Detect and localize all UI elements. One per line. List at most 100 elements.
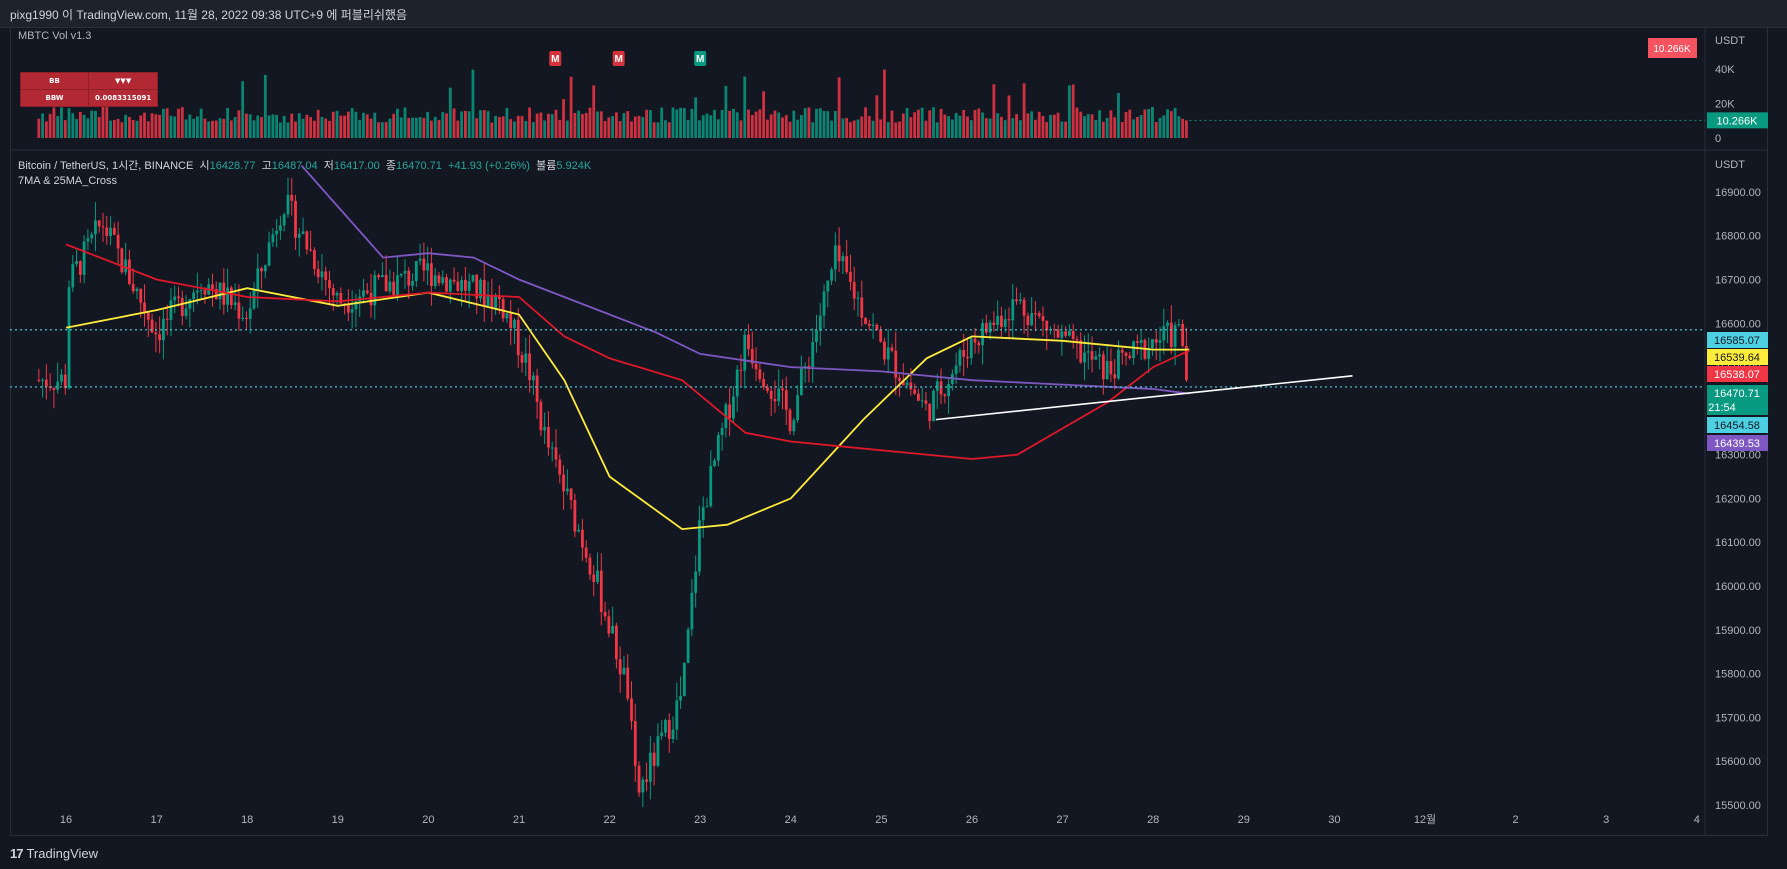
- candle-body: [463, 280, 467, 291]
- candle-body: [169, 300, 173, 320]
- volume-bar: [830, 120, 833, 138]
- candle-body: [671, 729, 675, 740]
- candle-body: [41, 379, 44, 381]
- candle-body: [535, 375, 539, 402]
- candle-body: [1120, 349, 1124, 353]
- volume-bar: [935, 122, 939, 138]
- open-label: 시: [199, 160, 210, 172]
- volume-bar: [1018, 120, 1022, 138]
- candle-body: [112, 227, 116, 235]
- volume-bar: [562, 99, 565, 138]
- candle-body: [679, 696, 682, 701]
- candle-body: [490, 294, 494, 309]
- price-badge-label: 16585.07: [1714, 335, 1760, 347]
- volume-bar: [44, 121, 48, 138]
- candle-body: [664, 719, 667, 733]
- price-tick-label: 15700.00: [1715, 712, 1761, 724]
- candle-body: [864, 317, 867, 324]
- volume-bar: [581, 114, 584, 138]
- symbol-legend[interactable]: Bitcoin / TetherUS, 1시간, BINANCE 시16428.…: [18, 157, 591, 173]
- candle-body: [739, 369, 743, 371]
- candle-body: [573, 500, 577, 532]
- candle-body: [150, 319, 154, 333]
- candle-body: [301, 231, 305, 234]
- candle-body: [441, 277, 445, 284]
- candle-body: [188, 299, 192, 309]
- time-tick-label: 24: [785, 814, 797, 826]
- volume-bar: [679, 107, 682, 138]
- candle-body: [1015, 299, 1018, 302]
- candle-body: [90, 234, 94, 239]
- candle-body: [229, 287, 233, 305]
- volume-bar: [241, 81, 245, 138]
- volume-bar: [879, 119, 883, 138]
- volume-bar: [962, 110, 966, 138]
- candle-body: [799, 368, 803, 396]
- volume-bar: [603, 120, 607, 138]
- candle-body: [56, 381, 60, 390]
- candle-body: [256, 268, 260, 290]
- volume-bar: [207, 121, 211, 138]
- candle-body: [1071, 330, 1075, 339]
- volume-bar: [146, 121, 150, 138]
- price-tick-label: 15900.00: [1715, 625, 1761, 637]
- candle-body: [380, 275, 384, 278]
- candle-body: [1045, 320, 1049, 331]
- volume-bar: [158, 114, 162, 138]
- candle-body: [467, 281, 471, 291]
- candle-body: [505, 313, 509, 319]
- time-tick-label: 21: [513, 814, 525, 826]
- volume-bar: [143, 112, 146, 138]
- candle-body: [328, 280, 331, 289]
- chart-canvas[interactable]: USDT USDT 40K 20K 0 16900.00 16800.00 16700.00 1…: [0, 0, 1787, 869]
- volume-bar: [290, 113, 294, 138]
- volume-bar: [973, 110, 977, 138]
- volume-bar: [1109, 110, 1113, 138]
- candle-body: [735, 369, 739, 397]
- candle-body: [1098, 354, 1101, 357]
- volume-bar: [969, 120, 973, 138]
- volume-bar: [584, 112, 588, 138]
- volume-bar: [611, 116, 615, 138]
- candle-body: [67, 287, 71, 389]
- candle-body: [131, 284, 135, 292]
- volume-bar: [116, 118, 120, 138]
- volume-bar: [233, 117, 237, 138]
- volume-bar: [396, 108, 399, 138]
- candle-body: [105, 227, 109, 236]
- volume-bar: [448, 87, 452, 138]
- volume-bar: [86, 118, 90, 138]
- volume-bar: [1135, 116, 1139, 138]
- volume-bar: [203, 118, 207, 138]
- volume-bar: [403, 107, 407, 138]
- volume-bar: [297, 113, 301, 138]
- volume-bar: [460, 111, 464, 138]
- tradingview-brand[interactable]: 17 TradingView: [10, 846, 98, 861]
- volume-bar: [263, 74, 267, 138]
- price-tick-label: 16800.00: [1715, 231, 1761, 243]
- candle-body: [1169, 322, 1173, 347]
- volume-bar: [1143, 109, 1147, 138]
- volume-bar: [750, 115, 754, 138]
- volume-bar: [1083, 116, 1086, 138]
- volume-bar: [701, 115, 705, 138]
- volume-indicator-legend[interactable]: MBTC Vol v1.3: [18, 30, 91, 42]
- ma-indicator-legend[interactable]: 7MA & 25MA_Cross: [18, 175, 117, 187]
- volume-bar: [856, 119, 860, 138]
- volume-bar: [667, 122, 671, 138]
- candle-body: [482, 279, 486, 307]
- candle-body: [981, 322, 984, 346]
- volume-bar: [75, 119, 78, 138]
- volume-bar: [1101, 121, 1105, 138]
- candle-body: [471, 274, 475, 282]
- candle-body: [233, 302, 237, 305]
- volume-bar: [226, 107, 229, 138]
- volume-bar: [437, 119, 441, 138]
- candle-body: [350, 309, 354, 313]
- volume-bar: [648, 110, 652, 138]
- candle-body: [743, 334, 747, 371]
- volume-bar: [799, 115, 803, 138]
- candle-body: [762, 378, 766, 388]
- volume-bar: [1173, 107, 1177, 138]
- volume-bar: [852, 120, 856, 138]
